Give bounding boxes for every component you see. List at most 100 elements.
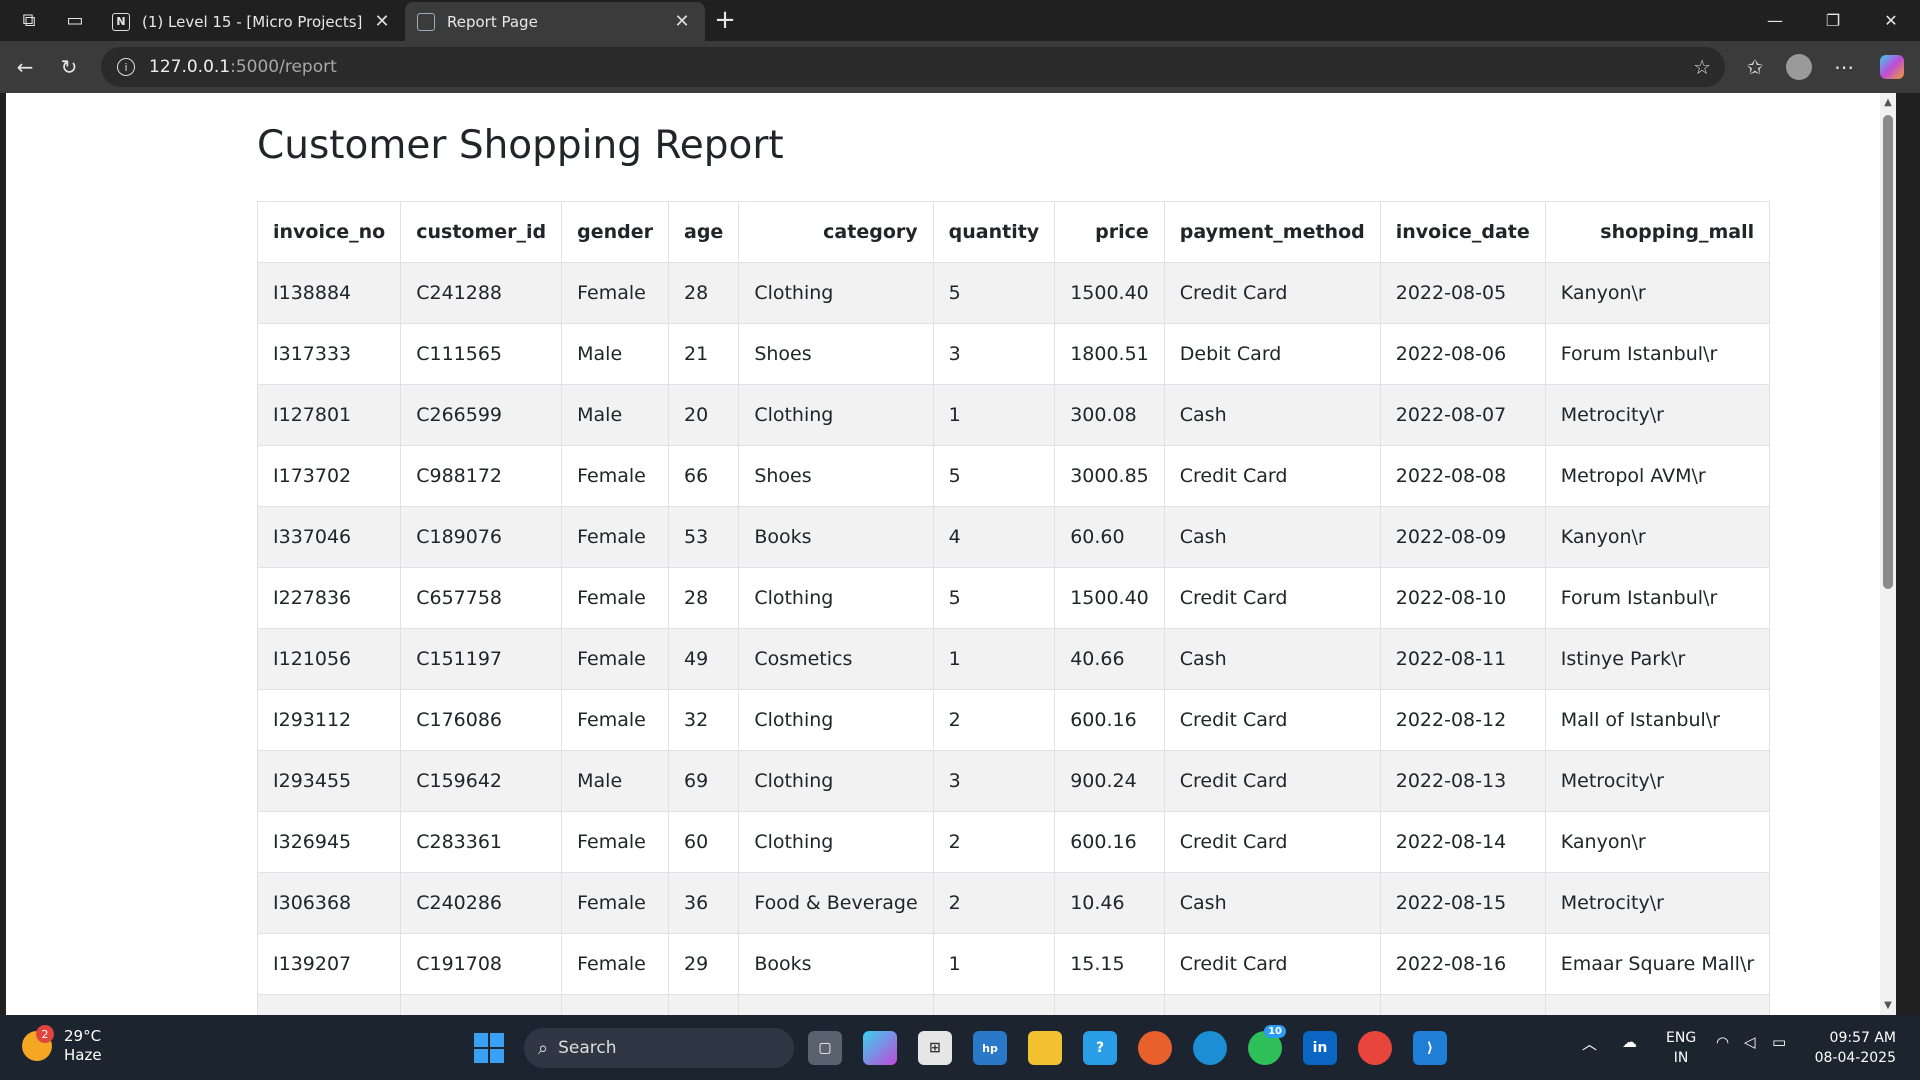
file-explorer-icon[interactable] bbox=[1028, 1031, 1062, 1065]
firefox-icon[interactable] bbox=[1138, 1031, 1172, 1065]
site-info-icon[interactable]: i bbox=[117, 58, 135, 76]
cell-category bbox=[738, 994, 934, 1015]
cell-invoice-no: I173702 bbox=[256, 445, 402, 507]
table-row: I326945 C283361 Female 60 Clothing 2 600.16 Cre… bbox=[256, 811, 1771, 873]
cell-shopping-mall: Emaar Square Mall\r bbox=[1544, 933, 1771, 995]
table-row: I121056 C151197 Female 49 Cosmetics 1 40.66 Cas… bbox=[256, 628, 1771, 690]
page-viewport: Customer Shopping Report invoice_no cust… bbox=[6, 93, 1896, 1015]
address-bar[interactable]: i 127.0.0.1:5000/report ☆ bbox=[101, 47, 1725, 87]
cell-invoice-no: I121056 bbox=[256, 628, 402, 690]
tab-title: (1) Level 15 - [Micro Projects] bbox=[142, 12, 363, 31]
url-path: :5000/report bbox=[230, 57, 337, 77]
profile-avatar[interactable] bbox=[1782, 51, 1816, 83]
cell-category: Clothing bbox=[738, 262, 934, 324]
cell-age: 32 bbox=[667, 689, 740, 751]
cell-payment-method: Cash bbox=[1163, 506, 1381, 568]
favorites-icon[interactable]: ✩ bbox=[1738, 51, 1772, 83]
scroll-up-icon[interactable]: ▲ bbox=[1882, 97, 1894, 108]
cell-price: 300.08 bbox=[1054, 384, 1165, 446]
back-button[interactable]: ← bbox=[8, 51, 42, 83]
cell-payment-method: Credit Card bbox=[1163, 933, 1381, 995]
store-icon[interactable]: ⊞ bbox=[918, 1031, 952, 1065]
whatsapp-icon[interactable]: 10 bbox=[1248, 1025, 1286, 1065]
edge-icon[interactable] bbox=[1193, 1031, 1227, 1065]
restore-button[interactable]: ❐ bbox=[1804, 0, 1862, 41]
table-row: I317333 C111565 Male 21 Shoes 3 1800.51 Debit C… bbox=[256, 323, 1771, 385]
workspaces-icon[interactable]: ⧉ bbox=[14, 7, 44, 33]
cell-shopping-mall: Forum Istanbul\r bbox=[1544, 323, 1771, 385]
cell-customer-id: C189076 bbox=[400, 506, 563, 568]
cell-customer-id: C176086 bbox=[400, 689, 563, 751]
scrollbar-thumb[interactable] bbox=[1883, 115, 1893, 589]
cell-invoice-no: I306368 bbox=[256, 872, 402, 934]
cell-gender: Female bbox=[561, 811, 669, 873]
volume-icon[interactable]: ◁ bbox=[1744, 1033, 1756, 1051]
taskbar-search[interactable]: ⌕ Search bbox=[524, 1028, 794, 1068]
copilot-app-icon[interactable] bbox=[863, 1031, 897, 1065]
new-tab-button[interactable]: + bbox=[710, 5, 740, 35]
linkedin-icon[interactable]: in bbox=[1303, 1031, 1337, 1065]
cell-customer-id: C240286 bbox=[400, 872, 563, 934]
language-indicator[interactable]: ENG IN bbox=[1666, 1028, 1696, 1068]
tray-chevron-icon[interactable]: ︿ bbox=[1582, 1033, 1597, 1054]
cell-payment-method: Cash bbox=[1163, 628, 1381, 690]
cell-shopping-mall: Metropol AVM\r bbox=[1544, 445, 1771, 507]
cell-shopping-mall bbox=[1544, 994, 1771, 1015]
col-gender: gender bbox=[561, 201, 669, 263]
favorite-star-icon[interactable]: ☆ bbox=[1693, 55, 1711, 79]
cell-category: Clothing bbox=[738, 689, 934, 751]
minimize-button[interactable]: — bbox=[1746, 0, 1804, 41]
refresh-button[interactable]: ↻ bbox=[52, 51, 86, 83]
cell-shopping-mall: Metrocity\r bbox=[1544, 750, 1771, 812]
start-button[interactable] bbox=[474, 1033, 504, 1063]
whatsapp-count: 10 bbox=[1264, 1025, 1286, 1038]
cell-category: Books bbox=[738, 933, 934, 995]
cell-customer-id: C266599 bbox=[400, 384, 563, 446]
cell-quantity: 4 bbox=[932, 506, 1056, 568]
cell-gender: Female bbox=[561, 933, 669, 995]
cell-age: 36 bbox=[667, 872, 740, 934]
task-view-icon[interactable]: ▢ bbox=[808, 1031, 842, 1065]
cell-invoice-date: 2022-08-14 bbox=[1379, 811, 1546, 873]
cell-gender: Male bbox=[561, 384, 669, 446]
cell-category: Books bbox=[738, 506, 934, 568]
clock[interactable]: 09:57 AM 08-04-2025 bbox=[1815, 1028, 1896, 1068]
battery-icon[interactable]: ▭ bbox=[1772, 1033, 1786, 1051]
more-menu-icon[interactable]: ⋯ bbox=[1827, 51, 1861, 83]
cell-price: 1500.40 bbox=[1054, 262, 1165, 324]
cell-invoice-no: I317333 bbox=[256, 323, 402, 385]
cell-shopping-mall: Mall of Istanbul\r bbox=[1544, 689, 1771, 751]
close-tab-icon[interactable]: ✕ bbox=[371, 11, 393, 32]
cell-invoice-date: 2022-08-13 bbox=[1379, 750, 1546, 812]
close-window-button[interactable]: ✕ bbox=[1862, 0, 1920, 41]
table-row bbox=[256, 994, 1771, 1015]
tab-report-page[interactable]: Report Page ✕ bbox=[405, 2, 705, 41]
cell-payment-method bbox=[1163, 994, 1381, 1015]
copilot-icon[interactable] bbox=[1875, 51, 1909, 83]
col-shopping-mall: shopping_mall bbox=[1544, 201, 1771, 263]
weather-widget[interactable]: 2 29°C Haze bbox=[22, 1025, 102, 1065]
col-category: category bbox=[738, 201, 934, 263]
chrome-icon[interactable] bbox=[1358, 1031, 1392, 1065]
cell-price: 900.24 bbox=[1054, 750, 1165, 812]
close-tab-icon[interactable]: ✕ bbox=[671, 11, 693, 32]
cell-age: 28 bbox=[667, 262, 740, 324]
help-app-icon[interactable]: ? bbox=[1083, 1031, 1117, 1065]
cell-age: 20 bbox=[667, 384, 740, 446]
hp-app-icon[interactable]: hp bbox=[973, 1031, 1007, 1065]
vscode-icon[interactable]: ⟩ bbox=[1413, 1031, 1447, 1065]
cell-customer-id: C657758 bbox=[400, 567, 563, 629]
lang-bottom: IN bbox=[1673, 1050, 1689, 1066]
tab-level-15[interactable]: N (1) Level 15 - [Micro Projects] ✕ bbox=[100, 2, 405, 41]
page-scrollbar[interactable]: ▲ ▼ bbox=[1880, 93, 1896, 1015]
scroll-down-icon[interactable]: ▼ bbox=[1882, 1000, 1894, 1011]
cell-gender: Male bbox=[561, 750, 669, 812]
cell-payment-method: Credit Card bbox=[1163, 262, 1381, 324]
cell-payment-method: Credit Card bbox=[1163, 750, 1381, 812]
cell-quantity: 1 bbox=[932, 628, 1056, 690]
table-row: I227836 C657758 Female 28 Clothing 5 1500.40 Cr… bbox=[256, 567, 1771, 629]
cell-invoice-no: I138884 bbox=[256, 262, 402, 324]
onedrive-icon[interactable]: ☁ bbox=[1622, 1033, 1637, 1051]
tab-actions-icon[interactable]: ▭ bbox=[60, 7, 90, 33]
wifi-icon[interactable]: ◠ bbox=[1716, 1033, 1729, 1051]
